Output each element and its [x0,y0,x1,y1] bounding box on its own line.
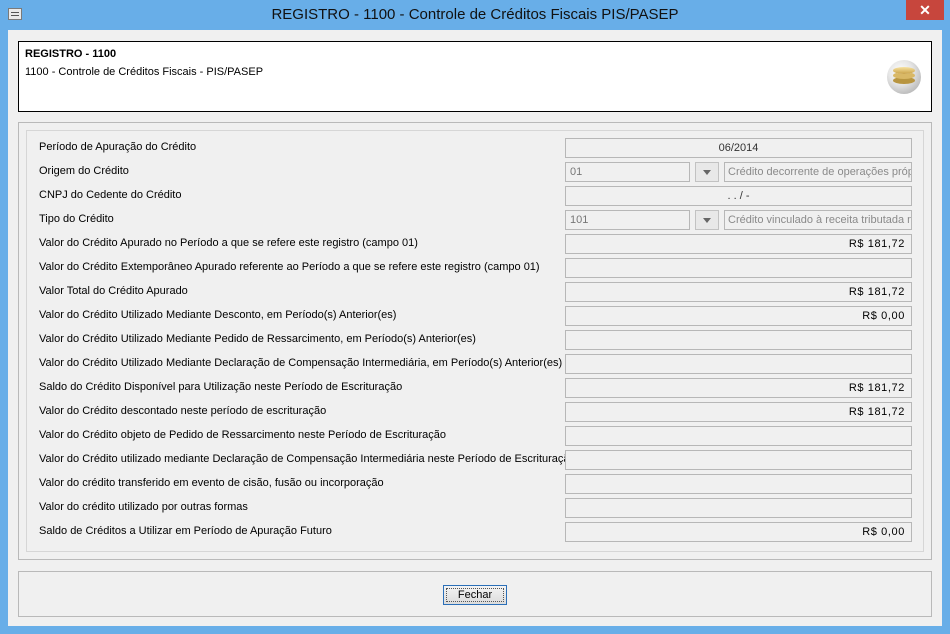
field-label: Valor do Crédito Utilizado Mediante Pedi… [39,333,476,345]
valor-total-field[interactable]: R$ 181,72 [565,282,912,302]
valor-extemporaneo-field[interactable] [565,258,912,278]
tipo-code-field[interactable]: 101 [565,210,690,230]
periodo-field[interactable]: 06/2014 [565,138,912,158]
row-valor-extemporaneo: Valor do Crédito Extemporâneo Apurado re… [27,258,925,278]
compensacao-periodo-field[interactable] [565,450,912,470]
field-label: Valor do Crédito descontado neste períod… [39,405,327,417]
row-valor-apurado: Valor do Crédito Apurado no Período a qu… [27,234,925,254]
field-label: Valor do crédito transferido em evento d… [39,477,384,489]
coins-icon [887,60,921,94]
utilizado-ressarcimento-field[interactable] [565,330,912,350]
tipo-description-field[interactable]: Crédito vinculado à receita tributada no… [724,210,912,230]
row-saldo-disponivel: Saldo do Crédito Disponível para Utiliza… [27,378,925,398]
field-label: Valor do Crédito Extemporâneo Apurado re… [39,261,540,273]
form-panel: Período de Apuração do Crédito 06/2014 O… [18,122,932,560]
field-label: Valor do Crédito utilizado mediante Decl… [39,453,576,465]
saldo-disponivel-field[interactable]: R$ 181,72 [565,378,912,398]
form-fields: Período de Apuração do Crédito 06/2014 O… [26,130,924,552]
register-title: REGISTRO - 1100 [25,48,117,60]
cnpj-label: CNPJ do Cedente do Crédito [39,189,182,201]
cnpj-field[interactable]: . . / - [565,186,912,206]
tipo-dropdown-button[interactable] [695,210,719,230]
button-panel: Fechar [18,571,932,617]
utilizado-desconto-field[interactable]: R$ 0,00 [565,306,912,326]
row-compensacao-periodo: Valor do Crédito utilizado mediante Decl… [27,450,925,470]
row-utilizado-desconto: Valor do Crédito Utilizado Mediante Desc… [27,306,925,326]
row-periodo: Período de Apuração do Crédito 06/2014 [27,138,925,158]
tipo-label: Tipo do Crédito [39,213,114,225]
window-close-button[interactable]: ✕ [906,0,944,20]
descontado-periodo-field[interactable]: R$ 181,72 [565,402,912,422]
periodo-label: Período de Apuração do Crédito [39,141,197,153]
row-utilizado-ressarcimento: Valor do Crédito Utilizado Mediante Pedi… [27,330,925,350]
window-title: REGISTRO - 1100 - Controle de Créditos F… [271,6,679,23]
valor-apurado-field[interactable]: R$ 181,72 [565,234,912,254]
field-label: Valor do crédito utilizado por outras fo… [39,501,248,513]
field-label: Valor do Crédito objeto de Pedido de Res… [39,429,447,441]
title-bar[interactable]: REGISTRO - 1100 - Controle de Créditos F… [0,0,950,30]
row-utilizado-compensacao: Valor do Crédito Utilizado Mediante Decl… [27,354,925,374]
utilizado-compensacao-field[interactable] [565,354,912,374]
field-label: Valor do Crédito Utilizado Mediante Desc… [39,309,397,321]
row-descontado-periodo: Valor do Crédito descontado neste períod… [27,402,925,422]
dialog-body: REGISTRO - 1100 1100 - Controle de Crédi… [8,30,942,626]
fechar-button[interactable]: Fechar [443,585,507,605]
row-origem: Origem do Crédito 01 Crédito decorrente … [27,162,925,182]
field-label: Valor Total do Crédito Apurado [39,285,188,297]
register-header: REGISTRO - 1100 1100 - Controle de Crédi… [18,41,932,112]
origem-dropdown-button[interactable] [695,162,719,182]
transferido-cisao-field[interactable] [565,474,912,494]
field-label: Saldo do Crédito Disponível para Utiliza… [39,381,403,393]
origem-description-field[interactable]: Crédito decorrente de operações próprias [724,162,912,182]
row-tipo: Tipo do Crédito 101 Crédito vinculado à … [27,210,925,230]
row-saldo-futuro: Saldo de Créditos a Utilizar em Período … [27,522,925,542]
row-cnpj: CNPJ do Cedente do Crédito . . / - [27,186,925,206]
field-label: Saldo de Créditos a Utilizar em Período … [39,525,332,537]
field-label: Valor do Crédito Utilizado Mediante Decl… [39,357,563,369]
row-transferido-cisao: Valor do crédito transferido em evento d… [27,474,925,494]
outras-formas-field[interactable] [565,498,912,518]
fechar-label: Fechar [446,588,504,602]
saldo-futuro-field[interactable]: R$ 0,00 [565,522,912,542]
pedido-ressarcimento-field[interactable] [565,426,912,446]
row-outras-formas: Valor do crédito utilizado por outras fo… [27,498,925,518]
field-label: Valor do Crédito Apurado no Período a qu… [39,237,418,249]
row-valor-total: Valor Total do Crédito Apurado R$ 181,72 [27,282,925,302]
dialog-window: REGISTRO - 1100 - Controle de Créditos F… [0,0,950,634]
register-subtitle: 1100 - Controle de Créditos Fiscais - PI… [25,66,264,78]
origem-code-field[interactable]: 01 [565,162,690,182]
origem-label: Origem do Crédito [39,165,129,177]
row-pedido-ressarcimento: Valor do Crédito objeto de Pedido de Res… [27,426,925,446]
